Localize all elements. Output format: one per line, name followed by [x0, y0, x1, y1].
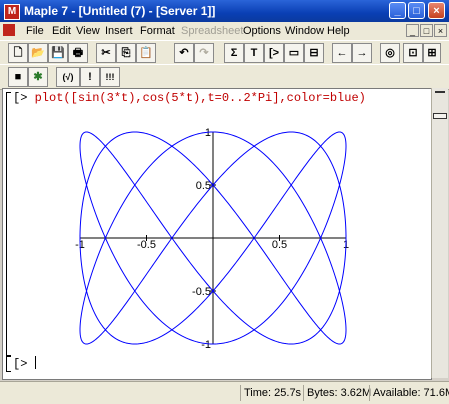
new-document-icon[interactable]: 🗋 — [8, 43, 28, 63]
doc-minimize-button[interactable]: _ — [406, 24, 419, 37]
plot-region[interactable]: -1 -0.5 0.5 1 1 0.5 -0.5 -1 — [68, 126, 358, 356]
status-bytes: Bytes: 3.62M — [303, 385, 371, 401]
math-input-icon[interactable]: [> — [264, 43, 284, 63]
x-tick-label: 0.5 — [272, 239, 287, 251]
scroll-grip-icon[interactable] — [435, 91, 445, 99]
menu-edit[interactable]: Edit — [52, 25, 71, 37]
close-button[interactable]: × — [428, 2, 445, 19]
menu-bar: File Edit View Insert Format Spreadsheet… — [0, 22, 449, 40]
zoom-150-icon[interactable]: ⊞ — [423, 43, 441, 63]
execution-group-bracket[interactable] — [6, 92, 11, 356]
undo-icon[interactable]: ↶ — [174, 43, 194, 63]
cut-icon[interactable]: ✂ — [96, 43, 116, 63]
paste-icon[interactable]: 📋 — [136, 43, 156, 63]
command-input[interactable]: [> plot([sin(3*t),cos(5*t),t=0..2*Pi],co… — [13, 91, 366, 105]
status-available: Available: 71.6M — [369, 385, 449, 401]
menu-format[interactable]: Format — [140, 25, 175, 37]
maple-app-icon[interactable]: M — [4, 4, 20, 20]
copy-icon[interactable]: ⎘ — [116, 43, 136, 63]
collapse-icon[interactable]: ⊟ — [304, 43, 324, 63]
main-toolbar: 🗋 📂 💾 🖶 ✂ ⎘ 📋 ↶ ↷ Σ T [> ▭ ⊟ ← → ◎ ⊡ ⊞ — [0, 40, 449, 66]
status-time: Time: 25.7s — [240, 385, 302, 401]
text-cursor — [34, 356, 36, 369]
back-icon[interactable]: ← — [332, 43, 352, 63]
zoom-100-icon[interactable]: ⊡ — [403, 43, 423, 63]
menu-window[interactable]: Window — [285, 25, 324, 37]
insert-region-icon[interactable]: ▭ — [284, 43, 304, 63]
context-toolbar: ■ ✱ (√) ! !!! — [0, 64, 449, 90]
y-tick-label: -1 — [201, 339, 211, 351]
minimize-button[interactable]: _ — [389, 2, 406, 19]
scrollbar-thumb[interactable] — [433, 113, 447, 119]
prompt-symbol: [> — [13, 357, 28, 371]
stop-icon[interactable]: ◎ — [380, 43, 400, 63]
print-icon[interactable]: 🖶 — [68, 43, 88, 63]
execute-all-icon[interactable]: !!! — [100, 67, 120, 87]
window-title: Maple 7 - [Untitled (7) - [Server 1]] — [24, 4, 216, 18]
restart-icon[interactable]: (√) — [56, 67, 80, 87]
execute-icon[interactable]: ! — [80, 67, 100, 87]
menu-options[interactable]: Options — [243, 25, 281, 37]
doc-restore-button[interactable]: □ — [420, 24, 433, 37]
menu-view[interactable]: View — [76, 25, 100, 37]
x-tick-label: -0.5 — [137, 239, 156, 251]
redo-icon[interactable]: ↷ — [194, 43, 214, 63]
doc-close-button[interactable]: × — [434, 24, 447, 37]
menu-insert[interactable]: Insert — [105, 25, 133, 37]
empty-prompt[interactable]: [> — [13, 356, 36, 371]
text-icon[interactable]: T — [244, 43, 264, 63]
input-prompt: [> — [13, 91, 28, 105]
status-bar: Time: 25.7s Bytes: 3.62M Available: 71.6… — [0, 381, 449, 404]
menu-spreadsheet[interactable]: Spreadsheet — [181, 25, 243, 37]
menu-help[interactable]: Help — [327, 25, 350, 37]
command-text[interactable]: plot([sin(3*t),cos(5*t),t=0..2*Pi],color… — [35, 91, 366, 105]
maximize-button[interactable]: □ — [408, 2, 425, 19]
stop-computation-icon[interactable]: ■ — [8, 67, 28, 87]
forward-icon[interactable]: → — [352, 43, 372, 63]
debug-icon[interactable]: ✱ — [28, 67, 48, 87]
worksheet[interactable]: [> plot([sin(3*t),cos(5*t),t=0..2*Pi],co… — [2, 88, 432, 380]
prompt-bracket — [6, 356, 11, 372]
sum-icon[interactable]: Σ — [224, 43, 244, 63]
y-tick-label: 1 — [205, 127, 211, 139]
menu-file[interactable]: File — [26, 25, 44, 37]
document-icon[interactable] — [3, 24, 15, 36]
open-icon[interactable]: 📂 — [28, 43, 48, 63]
save-icon[interactable]: 💾 — [48, 43, 68, 63]
title-bar: M Maple 7 - [Untitled (7) - [Server 1]] … — [0, 0, 449, 22]
vertical-scrollbar[interactable] — [431, 88, 448, 378]
